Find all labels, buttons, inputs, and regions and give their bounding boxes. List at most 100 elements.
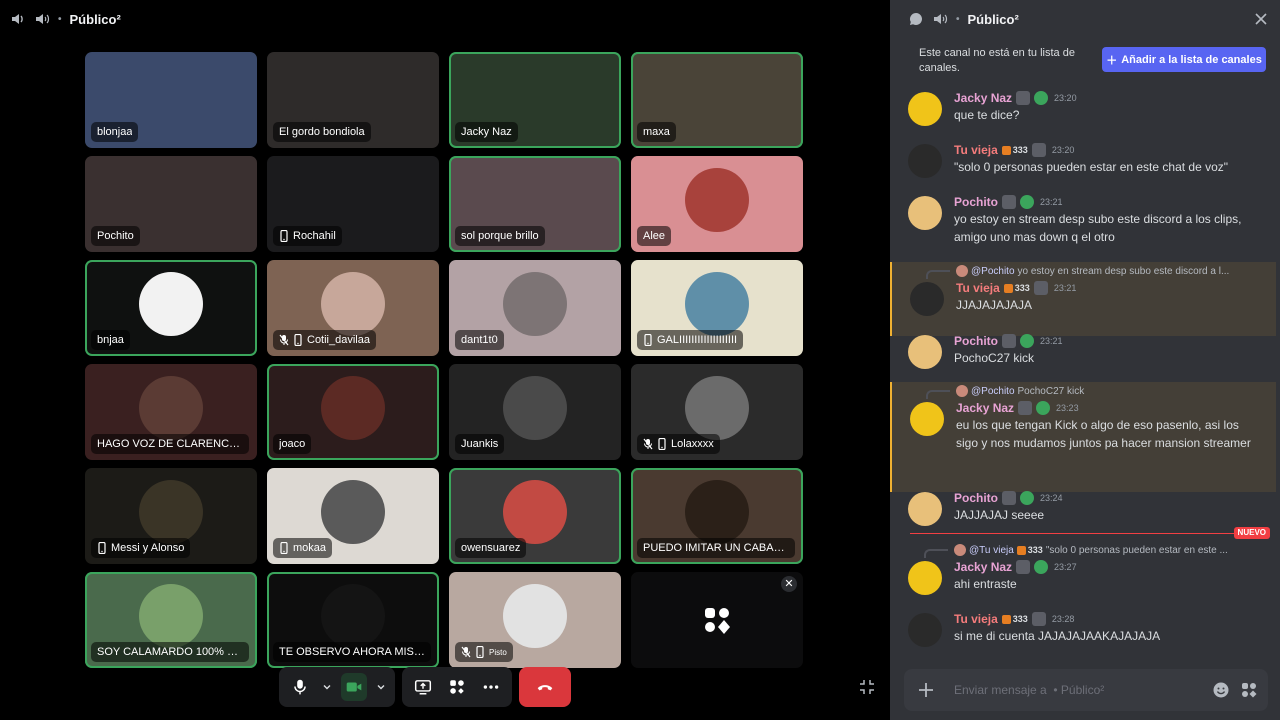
chat-message[interactable]: Pochito 23:21 yo estoy en stream desp subo… — [890, 194, 1276, 250]
author-name[interactable]: Tu vieja — [954, 143, 998, 157]
message-input[interactable] — [954, 681, 1204, 699]
participant-avatar — [139, 376, 203, 441]
reply-text: PochoC27 kick — [1017, 385, 1085, 397]
screen-share-button[interactable] — [410, 673, 436, 701]
close-activity-icon[interactable]: ✕ — [781, 576, 797, 592]
microphone-button[interactable] — [287, 673, 313, 701]
participant-tile[interactable]: Jacky Naz — [449, 52, 621, 148]
exit-fullscreen-icon[interactable] — [858, 678, 876, 696]
participant-tile[interactable]: Pisto — [449, 572, 621, 668]
timestamp: 23:20 — [1054, 93, 1077, 103]
participant-tile[interactable]: TE OBSERVO AHORA MISMO — [267, 572, 439, 668]
participant-tile[interactable]: El gordo bondiola — [267, 52, 439, 148]
participant-nameplate: HAGO VOZ DE CLARENCE Y H... — [91, 434, 249, 454]
video-options-chevron-icon[interactable] — [375, 682, 387, 692]
participant-tile[interactable]: Cotii_davilaa — [267, 260, 439, 356]
author-avatar[interactable] — [908, 561, 942, 595]
chat-message[interactable]: Tu vieja 333 23:28 si me di cuenta JAJAJAJA… — [890, 611, 1276, 651]
add-to-channel-list-button[interactable]: ＋ Añadir a la lista de canales — [1102, 47, 1266, 72]
chat-message[interactable]: @Tu vieja 333 "solo 0 personas pueden esta… — [890, 541, 1276, 611]
reply-connector — [926, 390, 950, 399]
participant-nameplate: Pisto — [455, 642, 513, 662]
author-avatar[interactable] — [910, 402, 944, 436]
author-name[interactable]: Tu vieja — [956, 281, 1000, 295]
participant-tile[interactable]: owensuarez — [449, 468, 621, 564]
participant-tile[interactable]: maxa — [631, 52, 803, 148]
participant-tile[interactable]: joaco — [267, 364, 439, 460]
chat-message[interactable]: Tu vieja 333 23:20 "solo 0 personas pueden … — [890, 142, 1276, 182]
participant-nameplate: Pochito — [91, 226, 140, 246]
participant-avatar — [685, 272, 749, 337]
author-name[interactable]: Jacky Naz — [956, 401, 1014, 415]
speaker-icon[interactable] — [10, 11, 26, 27]
close-chat-icon[interactable] — [1254, 12, 1268, 26]
timestamp: 23:20 — [1051, 145, 1075, 155]
participant-tile[interactable]: SOY CALAMARDO 100% REAL — [85, 572, 257, 668]
more-options-button[interactable] — [478, 673, 504, 701]
participant-name: GALIIIIIIIIIIIIIIIIIII — [657, 334, 738, 346]
participant-tile[interactable]: GALIIIIIIIIIIIIIIIIIII — [631, 260, 803, 356]
message-text: JJAJAJAJAJA — [956, 298, 1033, 312]
author-name[interactable]: Jacky Naz — [954, 560, 1012, 574]
author-name[interactable]: Pochito — [954, 491, 998, 505]
participant-tile[interactable]: bnjaa — [85, 260, 257, 356]
chat-message[interactable]: @Pochito yo estoy en stream desp subo est… — [890, 262, 1276, 336]
participant-nameplate: PUEDO IMITAR UN CABALLO ... — [637, 538, 795, 558]
microphone-options-chevron-icon[interactable] — [321, 682, 333, 692]
author-name[interactable]: Pochito — [954, 195, 998, 209]
participant-tile[interactable]: HAGO VOZ DE CLARENCE Y H... — [85, 364, 257, 460]
participant-tile[interactable]: PUEDO IMITAR UN CABALLO ... — [631, 468, 803, 564]
participant-tile[interactable]: Pochito — [85, 156, 257, 252]
author-avatar[interactable] — [908, 613, 942, 647]
participant-nameplate: sol porque brillo — [455, 226, 545, 246]
participant-avatar — [503, 376, 567, 441]
emoji-icon[interactable] — [1212, 681, 1230, 699]
video-camera-button[interactable] — [341, 673, 367, 701]
author-avatar[interactable] — [908, 144, 942, 178]
server-badge-icon — [1002, 334, 1016, 348]
author-avatar[interactable] — [908, 92, 942, 126]
activities-button[interactable] — [444, 673, 470, 701]
participant-tile[interactable]: Rochahil — [267, 156, 439, 252]
reply-preview[interactable]: @Pochito yo estoy en stream desp subo est… — [956, 264, 1256, 278]
participant-tile[interactable]: dant1t0 — [449, 260, 621, 356]
share-controls — [402, 667, 512, 707]
message-header: Tu vieja 333 23:28 — [954, 611, 1074, 627]
author-name[interactable]: Jacky Naz — [954, 91, 1012, 105]
author-name[interactable]: Tu vieja — [954, 612, 998, 626]
reply-preview[interactable]: @Tu vieja 333 "solo 0 personas pueden esta… — [954, 543, 1254, 557]
participant-tile[interactable]: mokaa — [267, 468, 439, 564]
author-avatar[interactable] — [910, 282, 944, 316]
reply-author: @Pochito — [971, 265, 1015, 277]
chat-message[interactable]: Jacky Naz 23:20 que te dice? — [890, 90, 1276, 130]
server-badge-icon — [1002, 491, 1016, 505]
author-avatar[interactable] — [908, 492, 942, 526]
participant-name: Jacky Naz — [461, 126, 512, 138]
author-avatar[interactable] — [908, 335, 942, 369]
author-name[interactable]: Pochito — [954, 334, 998, 348]
message-text: PochoC27 kick — [954, 351, 1035, 365]
reply-author: @Pochito — [971, 385, 1015, 397]
role-tag: 333 — [1003, 283, 1030, 293]
message-list[interactable]: NUEVO Jacky Naz 23:20 que te dice? Tu vieja… — [890, 80, 1280, 666]
participant-tile[interactable]: Lolaxxxx — [631, 364, 803, 460]
participant-tile[interactable]: Alee — [631, 156, 803, 252]
participant-nameplate: Cotii_davilaa — [273, 330, 376, 350]
chat-message[interactable]: Pochito 23:24 JAJJAJAJ seeee — [890, 490, 1276, 530]
author-avatar[interactable] — [908, 196, 942, 230]
hang-up-button[interactable] — [519, 667, 571, 707]
participant-tile[interactable]: sol porque brillo — [449, 156, 621, 252]
participant-tile[interactable]: Messi y Alonso — [85, 468, 257, 564]
member-badge-icon — [1020, 334, 1034, 348]
chat-message[interactable]: @Pochito PochoC27 kick Jacky Naz 23:23 eu lo… — [890, 382, 1276, 492]
apps-icon[interactable] — [1240, 681, 1258, 699]
chat-header: • Público² — [890, 0, 1280, 38]
participant-tile[interactable]: Juankis — [449, 364, 621, 460]
voice-channel-icon — [34, 11, 50, 27]
chat-message[interactable]: Pochito 23:21 PochoC27 kick — [890, 333, 1276, 373]
role-tag: 333 — [1001, 145, 1028, 155]
attach-plus-icon[interactable] — [916, 680, 936, 700]
activity-tile[interactable]: ✕ — [631, 572, 803, 668]
reply-preview[interactable]: @Pochito PochoC27 kick — [956, 384, 1256, 398]
participant-tile[interactable]: blonjaa — [85, 52, 257, 148]
